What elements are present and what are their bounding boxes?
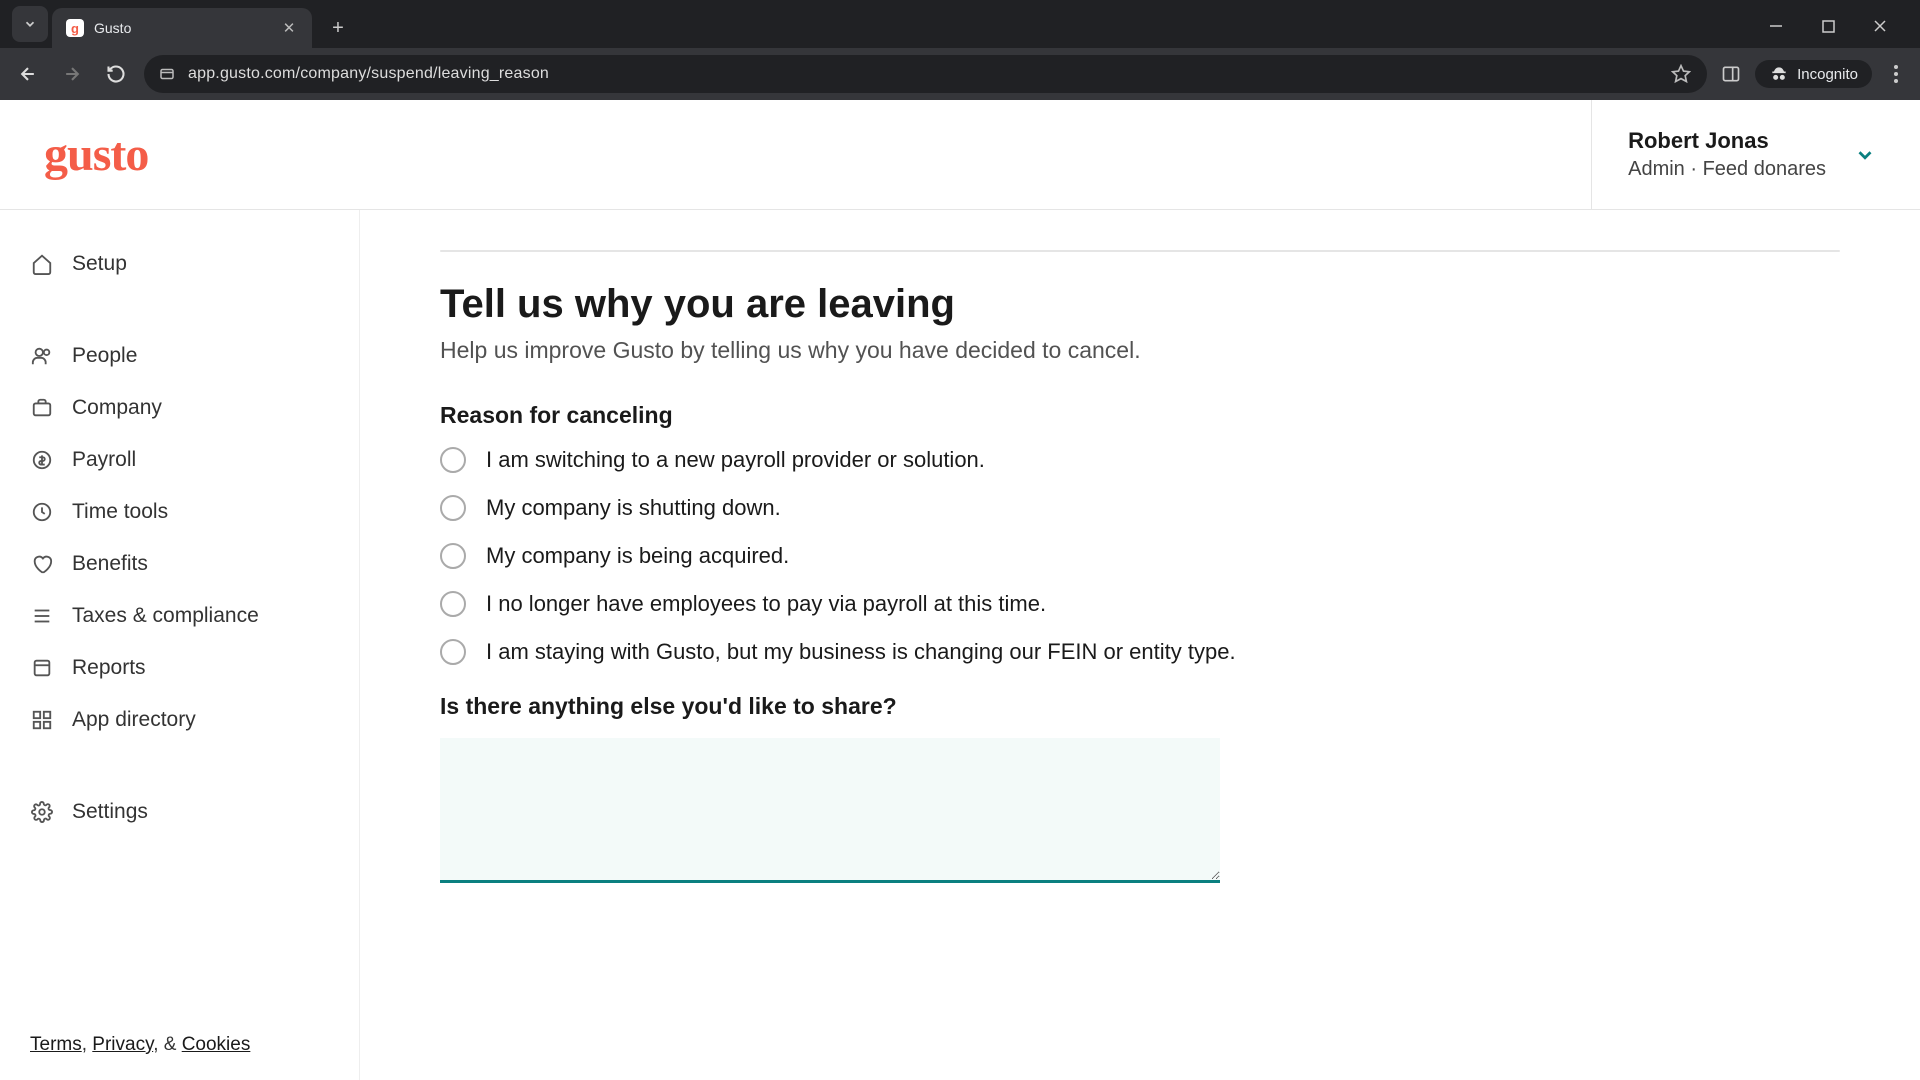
sidebar-item-people[interactable]: People	[0, 330, 359, 382]
radio-input[interactable]	[440, 543, 466, 569]
sidebar-item-label: Company	[72, 396, 162, 420]
sidebar-item-settings[interactable]: Settings	[0, 786, 359, 838]
radio-input[interactable]	[440, 447, 466, 473]
window-controls	[1764, 14, 1912, 48]
radio-label: I am switching to a new payroll provider…	[486, 447, 985, 473]
browser-toolbar: app.gusto.com/company/suspend/leaving_re…	[0, 48, 1920, 100]
sidebar-item-label: Setup	[72, 252, 127, 276]
sidebar-item-label: Settings	[72, 800, 148, 824]
tab-search-button[interactable]	[12, 6, 48, 42]
tab-strip: g Gusto ✕ +	[0, 0, 1920, 48]
sidebar-item-label: Taxes & compliance	[72, 604, 259, 628]
page-title: Tell us why you are leaving	[440, 282, 1840, 327]
reason-option-switching[interactable]: I am switching to a new payroll provider…	[440, 447, 1840, 473]
sidebar: Setup People Company Payroll Time tools	[0, 210, 360, 1080]
page-subtitle: Help us improve Gusto by telling us why …	[440, 337, 1840, 364]
browser-tab[interactable]: g Gusto ✕	[52, 8, 312, 48]
radio-label: I am staying with Gusto, but my business…	[486, 639, 1236, 665]
gear-icon	[30, 800, 54, 824]
chevron-down-icon	[1854, 144, 1876, 166]
content-scroll[interactable]: Tell us why you are leaving Help us impr…	[360, 210, 1920, 1080]
main-content: Tell us why you are leaving Help us impr…	[360, 210, 1920, 1080]
radio-label: My company is shutting down.	[486, 495, 781, 521]
sidebar-nav[interactable]: Setup People Company Payroll Time tools	[0, 210, 359, 1010]
briefcase-icon	[30, 396, 54, 420]
incognito-indicator[interactable]: Incognito	[1755, 60, 1872, 88]
sidebar-item-label: Payroll	[72, 448, 136, 472]
sidebar-item-label: Time tools	[72, 500, 168, 524]
card-divider	[440, 250, 1840, 252]
incognito-label: Incognito	[1797, 66, 1858, 83]
sidebar-item-reports[interactable]: Reports	[0, 642, 359, 694]
reason-option-no-employees[interactable]: I no longer have employees to pay via pa…	[440, 591, 1840, 617]
radio-input[interactable]	[440, 639, 466, 665]
incognito-icon	[1769, 64, 1789, 84]
back-button[interactable]	[12, 58, 44, 90]
sidebar-item-payroll[interactable]: Payroll	[0, 434, 359, 486]
gusto-logo[interactable]: gusto	[44, 127, 148, 182]
reload-button[interactable]	[100, 58, 132, 90]
maximize-button[interactable]	[1816, 14, 1840, 38]
list-icon	[30, 604, 54, 628]
tab-title: Gusto	[94, 20, 270, 36]
share-textarea[interactable]	[440, 738, 1220, 883]
footer-links: Terms, Privacy, & Cookies	[0, 1016, 359, 1080]
sidebar-item-label: People	[72, 344, 137, 368]
reports-icon	[30, 656, 54, 680]
account-switcher[interactable]: Robert Jonas Admin · Feed donares	[1591, 100, 1876, 209]
sidebar-item-app-directory[interactable]: App directory	[0, 694, 359, 746]
dollar-icon	[30, 448, 54, 472]
home-icon	[30, 252, 54, 276]
sidebar-item-time-tools[interactable]: Time tools	[0, 486, 359, 538]
share-field-label: Is there anything else you'd like to sha…	[440, 693, 1840, 720]
sidebar-item-benefits[interactable]: Benefits	[0, 538, 359, 590]
browser-menu-button[interactable]	[1884, 65, 1908, 83]
browser-chrome: g Gusto ✕ + app.gusto.com/company/suspen…	[0, 0, 1920, 100]
reason-field-label: Reason for canceling	[440, 402, 1840, 429]
forward-button[interactable]	[56, 58, 88, 90]
sidebar-item-taxes[interactable]: Taxes & compliance	[0, 590, 359, 642]
address-bar[interactable]: app.gusto.com/company/suspend/leaving_re…	[144, 55, 1707, 93]
radio-label: My company is being acquired.	[486, 543, 789, 569]
side-panel-icon[interactable]	[1719, 62, 1743, 86]
account-role-company: Admin · Feed donares	[1628, 158, 1826, 181]
radio-input[interactable]	[440, 591, 466, 617]
bookmark-icon[interactable]	[1669, 62, 1693, 86]
sidebar-item-setup[interactable]: Setup	[0, 238, 359, 290]
terms-link[interactable]: Terms	[30, 1034, 82, 1055]
sidebar-item-label: Reports	[72, 656, 146, 680]
grid-icon	[30, 708, 54, 732]
new-tab-button[interactable]: +	[322, 12, 354, 44]
people-icon	[30, 344, 54, 368]
sidebar-item-label: App directory	[72, 708, 196, 732]
reason-option-shutting-down[interactable]: My company is shutting down.	[440, 495, 1840, 521]
reason-option-acquired[interactable]: My company is being acquired.	[440, 543, 1840, 569]
app-header: gusto Robert Jonas Admin · Feed donares	[0, 100, 1920, 210]
close-tab-button[interactable]: ✕	[280, 19, 298, 37]
favicon-icon: g	[66, 19, 84, 37]
privacy-link[interactable]: Privacy	[92, 1034, 153, 1055]
site-info-icon[interactable]	[158, 65, 176, 83]
cookies-link[interactable]: Cookies	[182, 1034, 251, 1055]
reason-option-fein-change[interactable]: I am staying with Gusto, but my business…	[440, 639, 1840, 665]
radio-label: I no longer have employees to pay via pa…	[486, 591, 1046, 617]
sidebar-item-label: Benefits	[72, 552, 148, 576]
account-user-name: Robert Jonas	[1628, 128, 1826, 154]
minimize-button[interactable]	[1764, 14, 1788, 38]
close-window-button[interactable]	[1868, 14, 1892, 38]
sidebar-item-company[interactable]: Company	[0, 382, 359, 434]
radio-input[interactable]	[440, 495, 466, 521]
clock-icon	[30, 500, 54, 524]
heart-icon	[30, 552, 54, 576]
url-text: app.gusto.com/company/suspend/leaving_re…	[188, 65, 549, 83]
